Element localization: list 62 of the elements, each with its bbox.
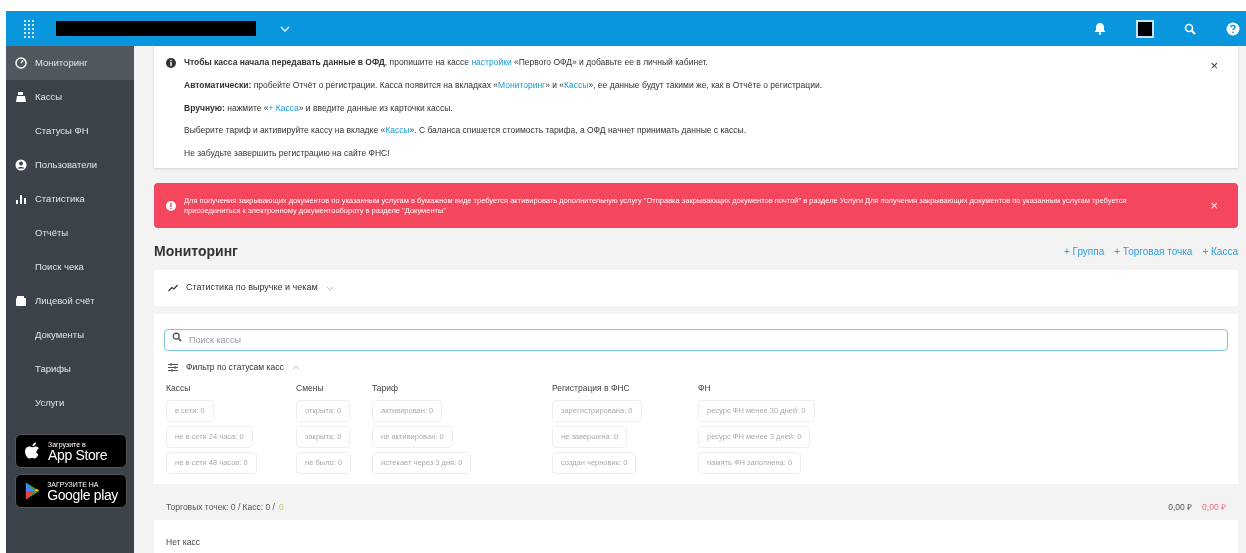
- store-name: Google play: [47, 487, 118, 502]
- sidebar-item[interactable]: Статистика: [6, 182, 134, 216]
- chevron-down-icon: [280, 25, 290, 32]
- notice-link[interactable]: Мониторинг: [498, 79, 546, 90]
- filter-toggle[interactable]: Фильтр по статусам касс: [168, 361, 300, 374]
- play-icon: [24, 481, 42, 501]
- filter-group-title: Тариф: [372, 381, 399, 395]
- cash-register-icon: [15, 91, 27, 103]
- sidebar-item[interactable]: Лицевой счёт: [6, 284, 134, 318]
- empty-message: Нет касс: [166, 536, 200, 547]
- sidebar-item[interactable]: Мониторинг: [6, 46, 134, 80]
- help-icon[interactable]: [1226, 21, 1240, 36]
- filter-group-title: Регистрация в ФНС: [552, 381, 631, 395]
- search-field[interactable]: Поиск кассы: [164, 329, 1228, 351]
- sidebar-item[interactable]: Услуги: [6, 386, 134, 420]
- trend-line-icon: [168, 284, 178, 292]
- store-name: App Store: [48, 447, 108, 462]
- balance-amount: 0,00 ₽: [1168, 501, 1193, 515]
- caret-icon: [291, 364, 300, 370]
- sidebar-item[interactable]: Пользователи: [6, 148, 134, 182]
- gauge-icon: [15, 57, 27, 69]
- notice-link[interactable]: настройки: [471, 57, 512, 67]
- close-button[interactable]: ×: [1210, 199, 1218, 212]
- alert-icon: [166, 200, 176, 211]
- bell-icon[interactable]: [1094, 22, 1106, 35]
- add-link[interactable]: + Торговая точка: [1114, 243, 1193, 259]
- search-icon: [172, 332, 182, 342]
- filter-group-title: Смены: [296, 381, 325, 395]
- summary-text: Торговых точек: 0 / Касс: 0 /: [166, 501, 275, 515]
- sidebar-item[interactable]: Тарифы: [6, 352, 134, 386]
- user-icon: [15, 159, 27, 171]
- search-icon[interactable]: [1184, 22, 1196, 35]
- notice-text: Чтобы касса начала передавать данные в ОФД, пропишите на кассе настройки «Первого ОФД» и добавьте ее в личный кабинет.: [184, 56, 709, 69]
- notice-text: Не забудьте завершить регистрацию на сайте ФНС!: [184, 147, 391, 160]
- caret-icon: [325, 285, 334, 291]
- notice-text: Выберите тариф и активируйте кассу на вкладке «Кассы». С баланса спишется стоимость тарифа, а ОФД начнет принимать данные с кассы.: [184, 124, 748, 137]
- apple-icon: [24, 441, 42, 461]
- info-icon: [166, 58, 176, 68]
- summary-count: 0: [278, 501, 284, 515]
- notice-text: Автоматически: пробейте Отчёт о регистрации. Касса появится на вкладках «Мониторинг» и «Кассы», ее данные будут такими же, как в Отчёте о регистрации.: [184, 78, 823, 92]
- notice-link[interactable]: Кассы: [385, 125, 410, 136]
- page-title: Мониторинг: [154, 241, 238, 261]
- bar-chart-icon: [15, 193, 27, 205]
- filter-group-title: Кассы: [166, 381, 192, 395]
- notice-link[interactable]: + Касса: [268, 102, 299, 113]
- wallet-icon: [15, 295, 27, 307]
- close-button[interactable]: ×: [1210, 58, 1218, 72]
- sliders-icon: [168, 362, 178, 372]
- add-link[interactable]: + Группа: [1063, 243, 1105, 259]
- sidebar-item[interactable]: Статусы ФН: [6, 114, 134, 148]
- sidebar-item[interactable]: Кассы: [6, 80, 134, 114]
- notice-link[interactable]: Кассы: [564, 79, 589, 90]
- logo-icon: [22, 18, 36, 39]
- debt-amount: 0,00 ₽: [1202, 501, 1226, 515]
- sidebar-item[interactable]: Отчёты: [6, 216, 134, 250]
- notice-text: Вручную: нажмите «+ Касса» и введите данные из карточки кассы.: [184, 101, 454, 115]
- filter-group-title: ФН: [698, 381, 712, 395]
- sidebar-item[interactable]: Документы: [6, 318, 134, 352]
- stats-toggle[interactable]: Статистика по выручке и чекам: [154, 270, 1238, 306]
- add-link[interactable]: + Касса: [1202, 243, 1238, 259]
- profile-avatar[interactable]: [1136, 19, 1154, 38]
- sidebar-item[interactable]: Поиск чека: [6, 250, 134, 284]
